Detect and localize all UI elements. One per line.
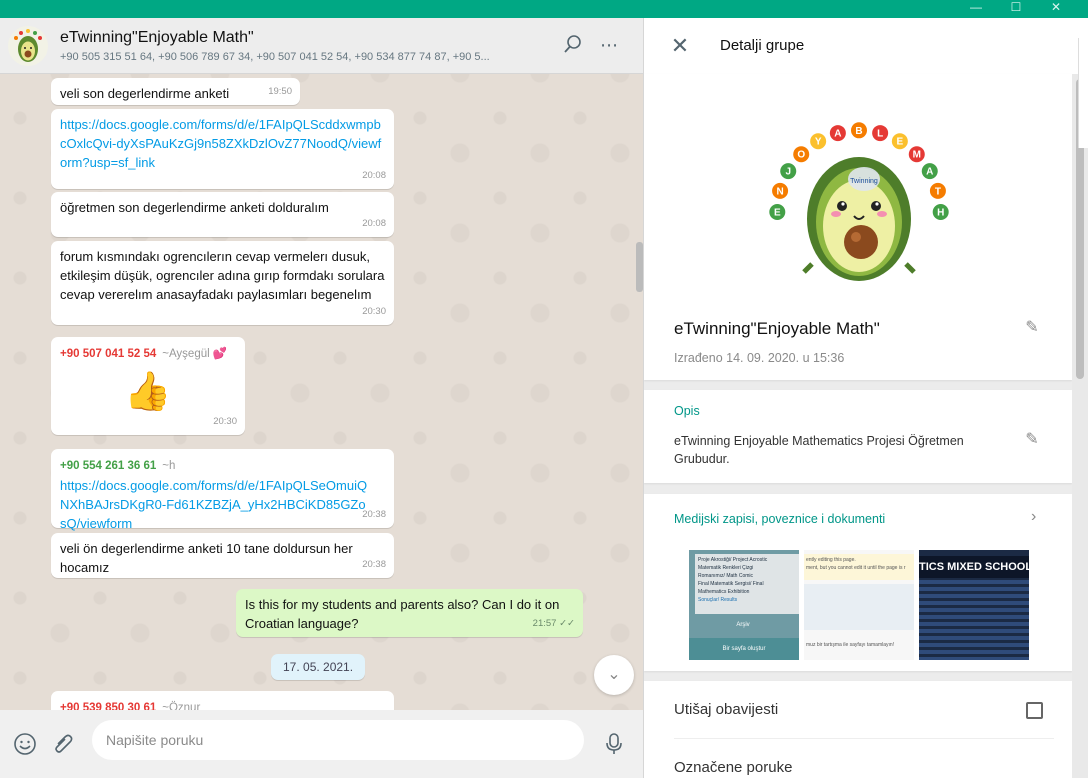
description-card: Opis eTwinning Enjoyable Mathematics Pro… — [644, 390, 1072, 483]
mute-notifications-checkbox[interactable] — [1026, 702, 1043, 719]
background-window-edge — [1078, 38, 1088, 148]
starred-messages-label[interactable]: Označene poruke — [674, 759, 792, 776]
close-icon[interactable]: ✕ — [668, 34, 692, 58]
thumbs-up-icon: 👍 — [124, 371, 172, 413]
message-bubble[interactable]: forum kısmındakı ogrencılerın cevap verm… — [51, 241, 394, 325]
message-time: 20:08 — [362, 170, 386, 181]
group-avatar[interactable] — [8, 26, 48, 66]
search-icon[interactable] — [561, 34, 585, 58]
sender-nick: ~Ayşegül 💕 — [162, 348, 228, 360]
group-details-pane: ✕ Detalji grupe Twinning ENJOYABLEMATH e… — [643, 18, 1088, 778]
letter-ball-label: H — [937, 208, 944, 219]
message-text: veli ön degerlendirme anketi 10 tane dol… — [60, 541, 353, 575]
media-label[interactable]: Medijski zapisi, poveznice i dokumenti — [674, 512, 885, 526]
group-name: eTwinning"Enjoyable Math" — [674, 319, 880, 338]
media-thumbnail[interactable]: Proje Akrostiği/ Project Acrostic Matemat… — [689, 550, 799, 660]
group-profile-image[interactable]: Twinning ENJOYA B LEMATH — [764, 94, 954, 284]
media-card[interactable]: Medijski zapisi, poveznice i dokumenti ›… — [644, 494, 1072, 671]
divider — [674, 738, 1054, 739]
letter-ball-label: E — [897, 137, 904, 148]
created-date: Izrađeno 14. 09. 2020. u 15:36 — [674, 351, 845, 365]
description-label: Opis — [674, 404, 700, 418]
composer-bar — [0, 710, 643, 778]
media-thumbnail[interactable]: ently editing this page. ment, but you ca… — [804, 550, 914, 660]
group-info-card: Twinning ENJOYABLEMATH eTwinning"Enjoyab… — [644, 74, 1072, 380]
letter-ball-label: L — [877, 129, 883, 140]
chevron-right-icon[interactable]: › — [1031, 508, 1036, 526]
sender-phone[interactable]: +90 554 261 36 61 ~h — [60, 460, 175, 472]
sender-nick: ~h — [162, 460, 176, 472]
message-time: 20:08 — [362, 218, 386, 229]
microphone-icon[interactable] — [601, 732, 627, 758]
message-text: forum kısmındakı ogrencılerın cevap verm… — [60, 249, 385, 302]
message-time: 19:50 — [268, 86, 292, 97]
date-separator: 17. 05. 2021. — [271, 654, 366, 680]
message-bubble[interactable]: +90 507 041 52 54 ~Ayşegül 💕 👍 20:30 — [51, 337, 245, 435]
media-thumbnail[interactable]: TICS MIXED SCHOOL TE — [919, 550, 1029, 660]
message-time: 20:30 — [362, 306, 386, 317]
mute-notifications-label[interactable]: Utišaj obavijesti — [674, 701, 778, 718]
message-link[interactable]: https://docs.google.com/forms/d/e/1FAIpQ… — [60, 115, 385, 172]
chat-participants: +90 505 315 51 64, +90 506 789 67 34, +9… — [60, 51, 490, 63]
details-scrollbar[interactable] — [1072, 74, 1088, 778]
letter-ball-label: A — [926, 167, 933, 178]
settings-card: Utišaj obavijesti Označene poruke — [644, 681, 1072, 778]
message-list: veli son degerlendirme anketi 19:50 http… — [0, 74, 643, 726]
message-bubble[interactable]: veli son degerlendirme anketi 19:50 — [51, 78, 300, 105]
message-bubble[interactable]: https://docs.google.com/forms/d/e/1FAIpQ… — [51, 109, 394, 189]
letter-ball-label: O — [797, 150, 805, 161]
emoji-icon[interactable] — [12, 732, 38, 758]
details-title: Detalji grupe — [720, 37, 805, 54]
edit-name-icon[interactable]: ✎ — [1022, 318, 1042, 338]
message-text: öğretmen son degerlendirme anketi doldur… — [60, 200, 329, 215]
message-input[interactable] — [92, 720, 584, 760]
letter-ball-label: B — [855, 126, 862, 137]
message-time: 21:57 ✓✓ — [532, 618, 575, 629]
menu-dots-icon[interactable]: ⋯ — [597, 34, 621, 58]
message-time: 20:30 — [213, 416, 237, 427]
letter-ball-label: A — [834, 129, 841, 140]
message-text: Is this for my students and parents also… — [245, 597, 560, 631]
message-time: 20:38 — [362, 509, 386, 520]
paperclip-icon[interactable] — [50, 732, 76, 758]
letter-ball-label: T — [935, 186, 941, 197]
message-bubble[interactable]: +90 554 261 36 61 ~h https://docs.google.… — [51, 449, 394, 531]
chat-header[interactable]: eTwinning"Enjoyable Math" +90 505 315 51… — [0, 18, 643, 74]
maximize-button[interactable]: ☐ — [996, 0, 1036, 18]
letter-ball-label: N — [776, 186, 783, 197]
details-header: ✕ Detalji grupe — [644, 18, 1088, 74]
letter-ball-label: J — [785, 167, 791, 178]
chat-pane: eTwinning"Enjoyable Math" +90 505 315 51… — [0, 18, 643, 778]
message-time: 20:38 — [362, 559, 386, 570]
description-text: eTwinning Enjoyable Mathematics Projesi … — [674, 434, 964, 466]
sender-phone[interactable]: +90 507 041 52 54 ~Ayşegül 💕 — [60, 348, 227, 360]
thumb-text: Proje Akrostiği/ Project Acrostic Matemat… — [695, 554, 799, 614]
letter-ball-label: Y — [815, 137, 822, 148]
letter-ball-label: M — [913, 150, 921, 161]
letter-ball-label: E — [774, 208, 781, 219]
avocado-icon — [14, 29, 42, 62]
scroll-down-button[interactable]: ⌄ — [594, 655, 634, 695]
outgoing-message-bubble[interactable]: Is this for my students and parents also… — [236, 589, 583, 637]
minimize-button[interactable]: — — [956, 0, 996, 18]
chat-title[interactable]: eTwinning"Enjoyable Math" — [60, 29, 254, 47]
message-text: veli son degerlendirme anketi — [60, 86, 230, 101]
title-bar: — ☐ ✕ — [0, 0, 1088, 18]
edit-description-icon[interactable]: ✎ — [1022, 430, 1042, 450]
message-bubble[interactable]: veli ön degerlendirme anketi 10 tane dol… — [51, 533, 394, 578]
twinning-badge: Twinning — [850, 178, 878, 185]
message-bubble[interactable]: öğretmen son degerlendirme anketi doldur… — [51, 192, 394, 237]
message-link[interactable]: https://docs.google.com/forms/d/e/1FAIpQ… — [60, 476, 370, 533]
chat-scrollbar[interactable] — [636, 242, 643, 292]
close-window-button[interactable]: ✕ — [1036, 0, 1076, 18]
